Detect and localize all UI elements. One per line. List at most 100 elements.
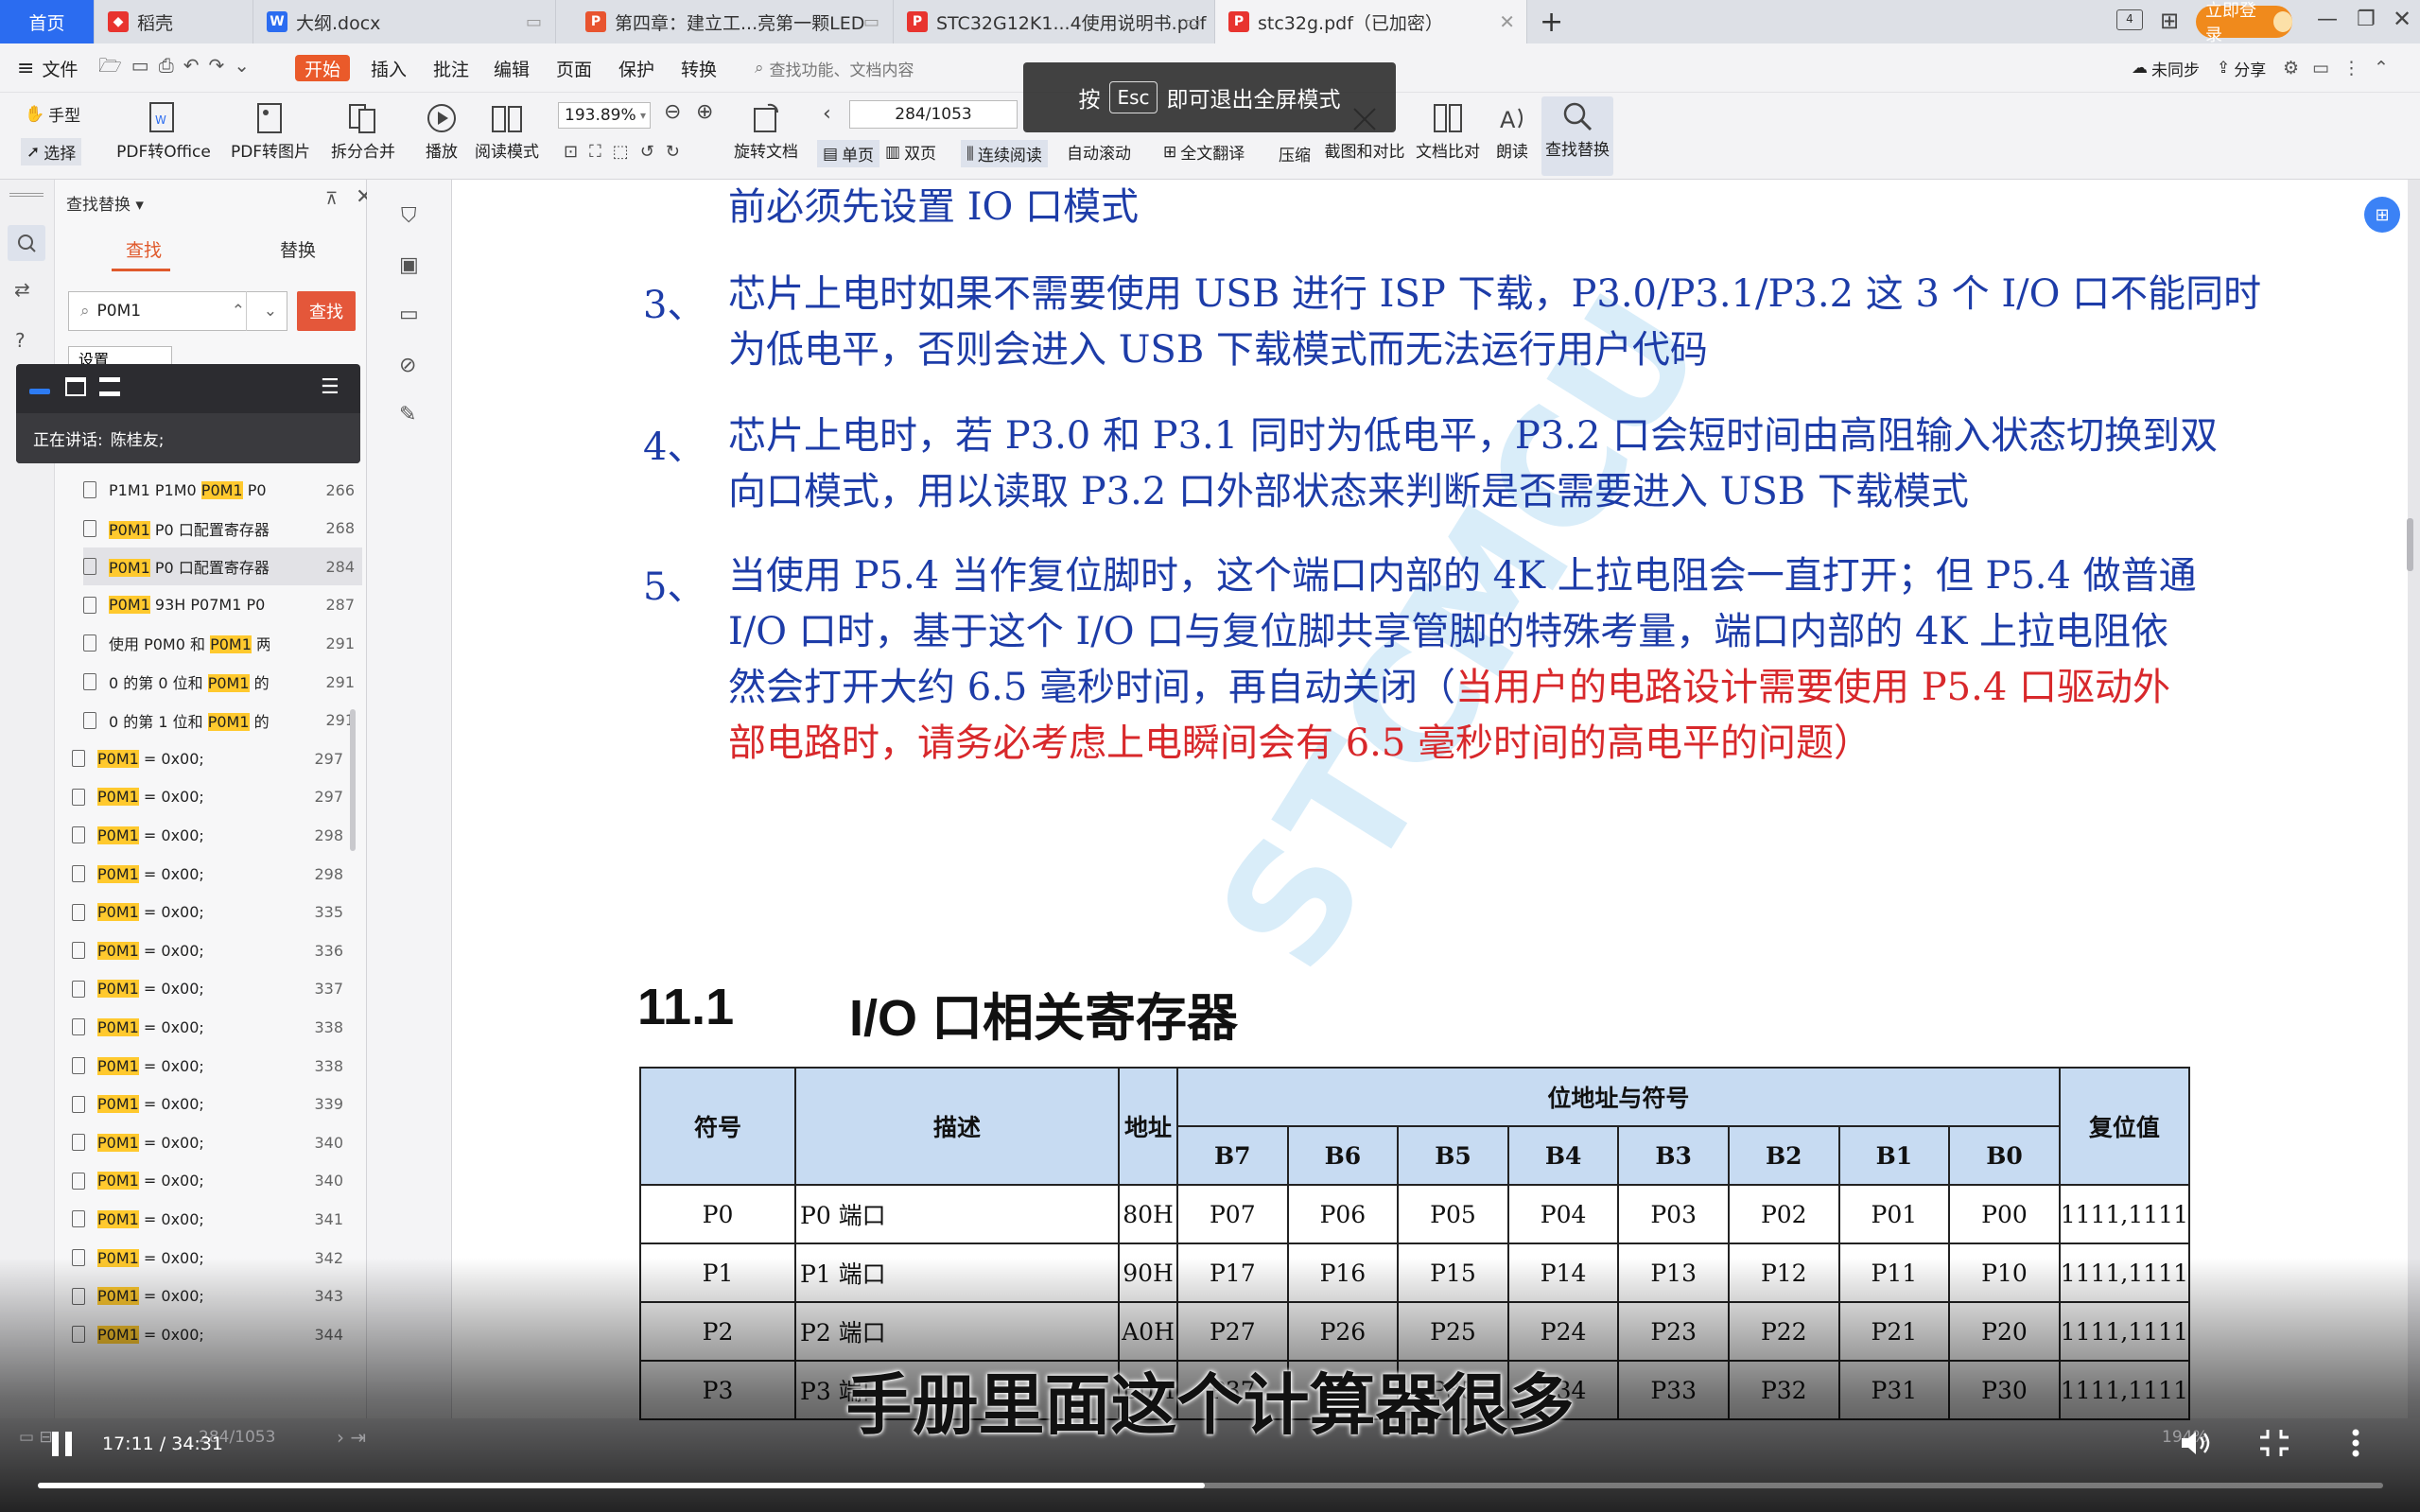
result-item[interactable]: P0M1 = 0x00; 338 [72,1008,351,1046]
thumbnail-icon[interactable]: ▣ [399,253,419,277]
list-layout-icon[interactable] [99,377,120,396]
pdf-to-image-button[interactable]: PDF转图片 [227,98,314,162]
help-icon[interactable]: ? [15,329,26,352]
result-item[interactable]: P0M1 = 0x00; 338 [72,1047,351,1085]
result-item[interactable]: 0 的第 0 位和 P0M1 的 291 [83,663,362,701]
menu-page[interactable]: 页面 [556,43,592,93]
result-item[interactable]: 使用 P0M0 和 P0M1 两 291 [83,624,362,662]
pin-icon[interactable]: ⊼ [325,189,338,209]
menu-insert[interactable]: 插入 [371,43,407,93]
tab-chapter4[interactable]: P 第四章：建立工...亮第一颗LED ▭ [572,0,894,43]
replace-tab-icon[interactable]: ⇄ [14,278,30,301]
workspace-icon[interactable]: 4 [2116,9,2143,30]
read-mode-button[interactable]: 阅读模式 [473,98,541,162]
minimize-icon[interactable]: — [2317,8,2338,31]
result-item[interactable]: P1M1 P1M0 P0M1 P0 266 [83,471,362,509]
new-tab-icon[interactable]: + [1540,6,1563,39]
menu-edit[interactable]: 编辑 [494,43,530,93]
document-scrollbar[interactable] [2407,518,2413,571]
more-options-icon[interactable] [2351,1428,2360,1458]
result-item[interactable]: P0M1 = 0x00; 298 [72,816,351,854]
zoom-out-icon[interactable]: ⊖ [664,100,681,124]
tab-docer[interactable]: ◆ 稻壳 [95,0,253,43]
read-aloud-button[interactable]: A 朗读 [1490,98,1534,162]
menu-annotate[interactable]: 批注 [433,43,469,93]
single-page-button[interactable]: ▤ 单页 [817,140,880,167]
feature-search[interactable]: ⌕ 查找功能、文档内容 [755,43,914,93]
menu-convert[interactable]: 转换 [681,43,717,93]
quick-access-icons[interactable]: 🗁▭⎙↶↷⌄ [98,43,259,93]
split-merge-button[interactable]: 拆分合并 [320,98,407,162]
tab-replace[interactable]: 替换 [280,236,316,262]
tab-window-icon[interactable]: ▭ [863,12,879,32]
result-item[interactable]: P0M1 = 0x00; 340 [72,1123,351,1161]
tab-window-icon[interactable]: ▭ [526,12,542,32]
result-item[interactable]: P0M1 P0 口配置寄存器 268 [83,510,362,547]
window-close-icon[interactable]: ✕ [2393,6,2411,32]
floating-tool-icon[interactable]: ⊞ [2364,197,2400,233]
pdf-to-office-button[interactable]: W PDF转Office [112,98,216,162]
result-item[interactable]: P0M1 93H P07M1 P0 287 [83,586,362,624]
find-tab-icon[interactable] [8,225,45,261]
result-item[interactable]: P0M1 = 0x00; 335 [72,894,351,931]
result-item[interactable]: P0M1 = 0x00; 339 [72,1086,351,1123]
prev-page-icon[interactable]: ‹ [823,102,831,126]
chevron-down-icon[interactable]: ⌄ [264,302,277,321]
view-tool-icons[interactable]: ⊡⛶⬚↺↻ [564,142,691,162]
double-page-button[interactable]: ▥ 双页 [885,140,936,165]
compress-button[interactable]: 压缩 [1273,142,1316,165]
login-button[interactable]: 立即登录 [2196,1,2292,45]
select-tool[interactable]: ➚ 选择 [21,138,82,165]
result-item[interactable]: 0 的第 1 位和 P0M1 的 291 [83,702,362,739]
menu-icon[interactable]: ☰ [321,375,339,399]
menu-start[interactable]: 开始 [295,55,351,81]
comment-icon[interactable]: ▭ [399,303,419,326]
play-button[interactable]: 播放 [420,98,463,162]
continuous-read-button[interactable]: ⫼ 连续阅读 [961,140,1048,167]
window-icon[interactable] [65,377,86,396]
full-translate-button[interactable]: ⊞ 全文翻译 [1163,140,1245,165]
rotate-document-button[interactable]: 旋转文档 [732,98,800,162]
find-replace-button[interactable]: 查找替换 [1541,96,1613,176]
apps-grid-icon[interactable]: ⊞ [2160,8,2179,34]
chevron-up-icon[interactable]: ⌃ [232,302,245,321]
tab-home[interactable]: 首页 [0,0,95,43]
auto-scroll-button[interactable]: 自动滚动 [1067,140,1131,164]
tab-find[interactable]: 查找 [126,236,162,262]
page-number-input[interactable]: 284/1053 [849,100,1018,129]
result-item[interactable]: P0M1 = 0x00; 337 [72,970,351,1008]
attachment-icon[interactable]: ⊘ [399,354,416,377]
find-input[interactable]: ⌕ P0M1 ⌃ ⌄ [68,291,287,331]
result-item[interactable]: P0M1 = 0x00; 341 [72,1200,351,1238]
doc-compare-button[interactable]: 文档比对 [1415,98,1481,162]
result-item[interactable]: P0M1 = 0x00; 297 [72,778,351,816]
result-item[interactable]: P0M1 P0 口配置寄存器 284 [83,547,362,586]
result-item[interactable]: P0M1 = 0x00; 297 [72,739,351,777]
minimize-bar-icon[interactable] [29,389,50,394]
hand-tool[interactable]: ✋ 手型 [25,102,80,127]
signature-icon[interactable]: ✎ [399,403,416,426]
collapse-handle-icon[interactable] [9,193,44,197]
tab-window-icon[interactable]: ▭ [1185,12,1201,32]
panel-title[interactable]: 查找替换 ▾ [66,191,144,215]
menu-protect[interactable]: 保护 [618,43,654,93]
find-button[interactable]: 查找 [297,291,356,331]
volume-icon[interactable] [2179,1428,2213,1458]
pause-icon[interactable] [49,1430,76,1458]
bookmark-icon[interactable]: ⛉ [401,204,417,228]
sync-status[interactable]: ☁ 未同步 [2132,43,2200,93]
more-icons[interactable]: ⚙▭⋮⌃ [2283,43,2402,93]
zoom-select[interactable]: 193.89% ▾ [558,102,651,129]
tab-stc32-manual[interactable]: P STC32G12K1...4使用说明书.pdf ▭ [894,0,1215,43]
restore-icon[interactable]: ❐ [2357,8,2376,31]
result-item[interactable]: P0M1 = 0x00; 340 [72,1162,351,1200]
video-progress-track[interactable] [38,1483,2383,1488]
result-item[interactable]: P0M1 = 0x00; 298 [72,855,351,893]
result-item[interactable]: P0M1 = 0x00; 336 [72,931,351,969]
tab-outline-docx[interactable]: W 大纲.docx ▭ [253,0,556,43]
share-button[interactable]: ⇪ 分享 [2217,43,2266,93]
zoom-in-icon[interactable]: ⊕ [696,100,713,124]
close-icon[interactable]: ✕ [1499,10,1515,33]
exit-fullscreen-icon[interactable] [2258,1428,2290,1458]
tab-stc32g-pdf[interactable]: Pstc32g.pdf（已加密） ✕ [1215,0,1527,43]
